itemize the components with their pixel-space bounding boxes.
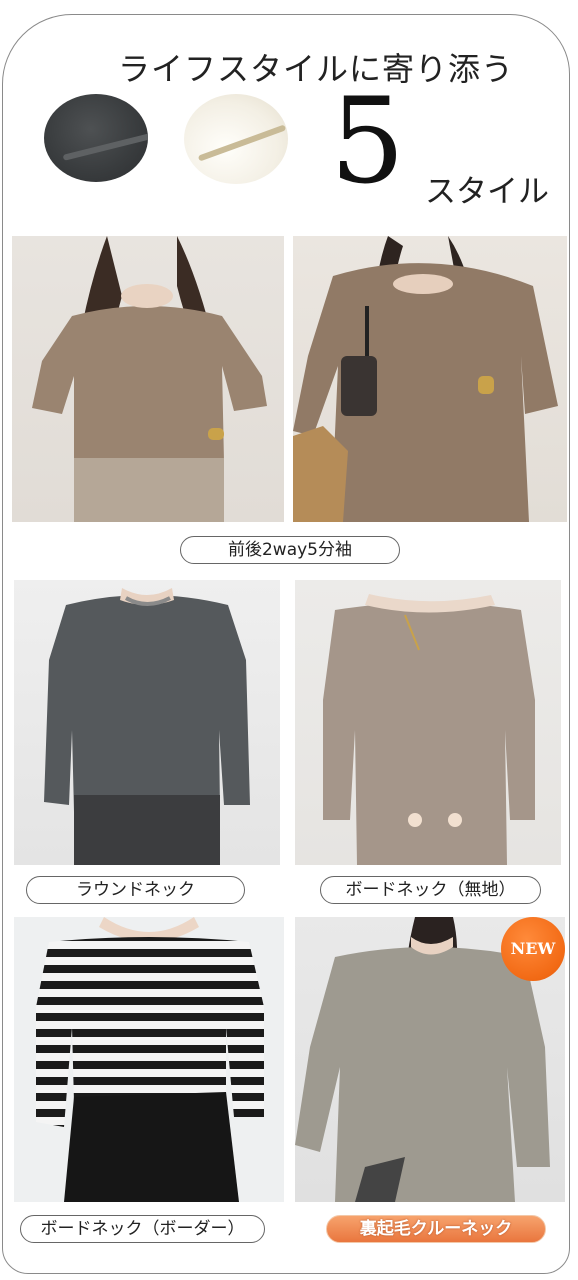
- photo-boat-neck-solid: [295, 580, 561, 865]
- dark-fabric-swatch: [44, 94, 148, 182]
- new-badge: NEW: [501, 917, 565, 981]
- photo-round-neck: [14, 580, 280, 865]
- style-label-boat-neck-border[interactable]: ボードネック（ボーダー）: [20, 1215, 265, 1243]
- style-label-2way-half-sleeve[interactable]: 前後2way5分袖: [180, 536, 400, 564]
- photo-2way-half-sleeve-front: [12, 236, 284, 522]
- style-count-number: 5: [330, 72, 406, 210]
- style-label-boat-neck-solid[interactable]: ボードネック（無地）: [320, 876, 541, 904]
- photo-2way-half-sleeve-back: [293, 236, 567, 522]
- ivory-fabric-swatch: [184, 94, 288, 184]
- style-label-brushed-crew-neck[interactable]: 裏起毛クルーネック: [326, 1215, 546, 1243]
- style-label-round-neck[interactable]: ラウンドネック: [26, 876, 245, 904]
- style-count-suffix: スタイル: [425, 174, 549, 210]
- page-title: ライフスタイルに寄り添う: [118, 50, 515, 88]
- photo-boat-neck-border: [14, 917, 284, 1202]
